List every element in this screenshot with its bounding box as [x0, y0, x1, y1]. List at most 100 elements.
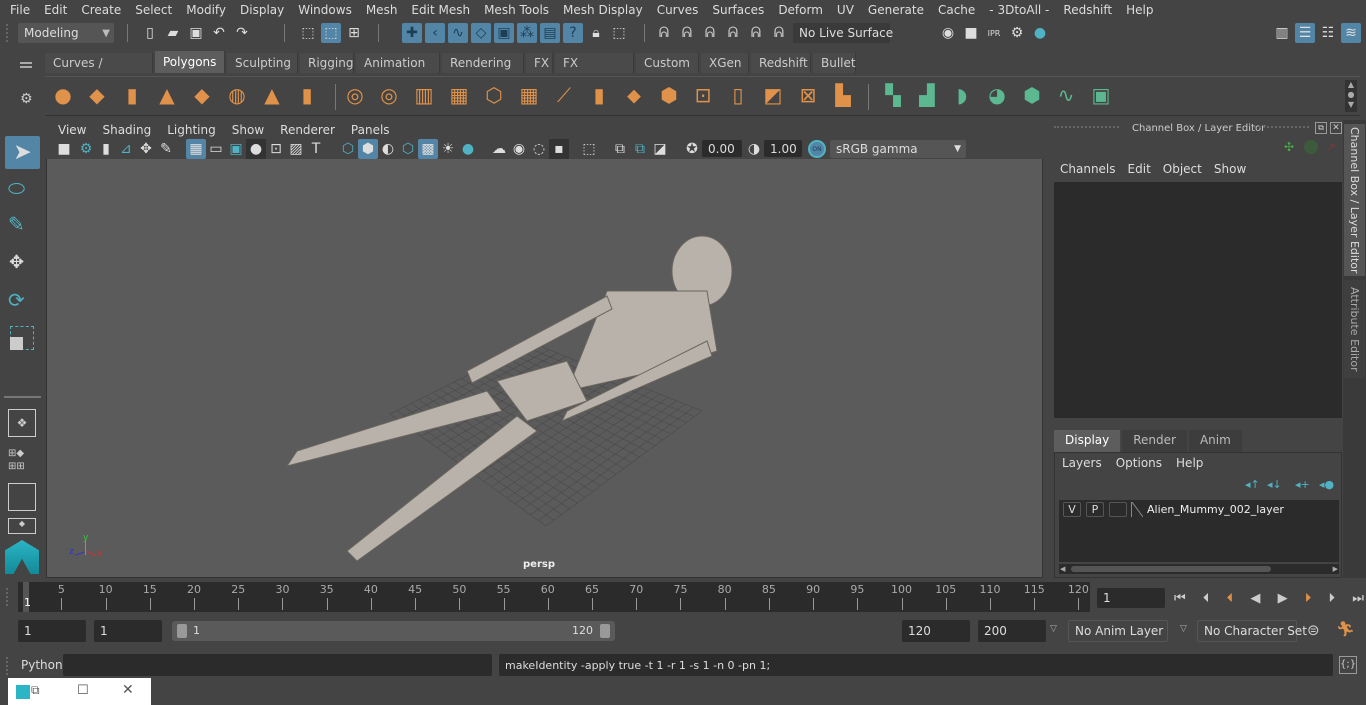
- camera-select-icon[interactable]: ■: [54, 139, 74, 159]
- boolean-icon[interactable]: ▦: [516, 82, 542, 108]
- playback-start-field[interactable]: 1: [94, 620, 162, 642]
- lock-icon[interactable]: 🔒︎: [586, 23, 606, 43]
- layer-color-swatch[interactable]: [1131, 502, 1143, 517]
- layer-name[interactable]: Alien_Mummy_002_layer: [1147, 503, 1284, 516]
- poly-pyramid-icon[interactable]: ▲: [259, 82, 285, 108]
- depth-of-field-icon[interactable]: ▪: [549, 139, 569, 159]
- script-editor-icon[interactable]: {;}: [1339, 656, 1357, 674]
- color-space-select[interactable]: sRGB gamma ▼: [830, 140, 966, 158]
- uv-spherical-icon[interactable]: ◕: [984, 82, 1010, 108]
- layer-display-type-toggle[interactable]: [1109, 502, 1127, 517]
- uv-editor-icon[interactable]: ▣: [1088, 82, 1114, 108]
- current-frame-field[interactable]: 1: [1097, 588, 1165, 608]
- anim-layer-select[interactable]: No Anim Layer: [1068, 620, 1168, 642]
- scale-tool-icon[interactable]: [10, 326, 34, 350]
- shelf-menu-icon[interactable]: [20, 62, 32, 68]
- smooth-shade-icon[interactable]: ⬢: [358, 139, 378, 159]
- time-slider[interactable]: 1 5 10 15 20 25 30 35 40 45 50 55 60 65 70 75 80 85 90 95 1…: [18, 582, 1090, 612]
- mode-select[interactable]: Modeling ▼: [18, 23, 114, 43]
- playback-end-field[interactable]: 120: [902, 620, 970, 642]
- poly-sphere-icon[interactable]: ●: [50, 82, 76, 108]
- go-to-start-icon[interactable]: ⏮: [1174, 591, 1186, 606]
- range-slider[interactable]: 1 120: [172, 621, 615, 641]
- menu-windows[interactable]: Windows: [291, 3, 359, 17]
- snap-curve-icon[interactable]: ‹: [425, 23, 445, 43]
- menu-edit-mesh[interactable]: Edit Mesh: [404, 3, 477, 17]
- render-settings-icon[interactable]: ⚙: [1007, 23, 1027, 43]
- range-start-handle[interactable]: [177, 624, 187, 638]
- layer-horizontal-scrollbar[interactable]: ◀ ▶: [1059, 564, 1339, 574]
- timeline-handle[interactable]: [0, 582, 18, 652]
- character-set-select[interactable]: No Character Set: [1197, 620, 1307, 642]
- bookmark-icon[interactable]: ▮: [96, 139, 116, 159]
- menu-deform[interactable]: Deform: [771, 3, 830, 17]
- layer-menu-layers[interactable]: Layers: [1055, 456, 1109, 470]
- hypershade-icon[interactable]: ●: [1030, 23, 1050, 43]
- gate-mask-icon[interactable]: ●: [246, 139, 266, 159]
- render-frame-icon[interactable]: ◉: [938, 23, 958, 43]
- menu-mesh[interactable]: Mesh: [359, 3, 405, 17]
- menu-mesh-display[interactable]: Mesh Display: [556, 3, 650, 17]
- image-plane-icon[interactable]: ⊿: [116, 139, 136, 159]
- snap-point-icon[interactable]: ∿: [448, 23, 468, 43]
- maximize-icon[interactable]: ☐: [77, 683, 89, 698]
- xray-active-icon[interactable]: ⧉: [630, 139, 650, 159]
- poly-torus-icon[interactable]: ◍: [224, 82, 250, 108]
- modeling-toolkit-icon[interactable]: ▥: [1272, 23, 1292, 43]
- render-view-icon[interactable]: ▤: [540, 23, 560, 43]
- lasso-tool-icon[interactable]: ⬭: [8, 176, 25, 200]
- shelf-settings-gear-icon[interactable]: ⚙: [20, 91, 33, 107]
- step-back-frame-icon[interactable]: ⏴: [1203, 591, 1210, 606]
- four-pane-layout-icon[interactable]: ⊞◆ ⊞⊞: [8, 447, 36, 473]
- outliner-layout-icon[interactable]: ◆: [8, 518, 36, 534]
- wireframe-on-shaded-icon[interactable]: ⬡: [398, 139, 418, 159]
- snap-grid-magnet-icon[interactable]: ᕱ: [654, 23, 674, 43]
- extract-icon[interactable]: ⬡: [481, 82, 507, 108]
- scroll-left-icon[interactable]: ◀: [1060, 565, 1065, 573]
- restore-icon[interactable]: ⧉: [31, 683, 40, 698]
- open-scene-icon[interactable]: ▰: [163, 23, 183, 43]
- side-tab-attribute-editor[interactable]: Attribute Editor: [1344, 280, 1365, 378]
- poly-pipe-icon[interactable]: ▮: [294, 82, 320, 108]
- exposure-icon[interactable]: ✪: [682, 139, 702, 159]
- channel-box-menu-show[interactable]: Show: [1208, 162, 1252, 176]
- close-icon[interactable]: ✕: [122, 682, 134, 698]
- textured-icon[interactable]: ▩: [418, 139, 438, 159]
- snap-view-plane-icon[interactable]: ◇: [471, 23, 491, 43]
- viewport-3d[interactable]: y x z persp: [46, 120, 1043, 578]
- shelf-tab-sculpting[interactable]: Sculpting: [227, 53, 298, 73]
- xray-joints-icon[interactable]: ◪: [650, 139, 670, 159]
- triangulate-icon[interactable]: ▚: [880, 82, 906, 108]
- menu-create[interactable]: Create: [74, 3, 128, 17]
- isolate-select-icon[interactable]: ⬚: [579, 139, 599, 159]
- quad-draw-icon[interactable]: ▙: [830, 82, 856, 108]
- shelf-tab-bullet[interactable]: Bullet: [813, 53, 856, 73]
- shelf-tab-animation[interactable]: Animation: [356, 53, 440, 73]
- drag-handle[interactable]: [1054, 126, 1119, 128]
- menu-modify[interactable]: Modify: [179, 3, 233, 17]
- speed-icon[interactable]: [1304, 140, 1318, 154]
- ipr-render-icon[interactable]: IPR: [984, 23, 1004, 43]
- channel-box-menu-object[interactable]: Object: [1157, 162, 1208, 176]
- separate-icon[interactable]: ◎: [376, 82, 402, 108]
- menu-file[interactable]: File: [3, 3, 37, 17]
- viewport-menu-renderer[interactable]: Renderer: [272, 123, 343, 137]
- target-weld-icon[interactable]: ▮: [586, 82, 612, 108]
- manipulator-axis-icon[interactable]: ✣: [1284, 140, 1294, 154]
- camera-attributes-icon[interactable]: ⚙: [76, 139, 96, 159]
- single-pane-layout-icon[interactable]: ❖: [8, 409, 36, 437]
- menu-help[interactable]: Help: [1119, 3, 1160, 17]
- uv-contour-icon[interactable]: ∿: [1053, 82, 1079, 108]
- poly-plane-icon[interactable]: ◆: [189, 82, 215, 108]
- snap-surface-icon[interactable]: ᕱ: [746, 23, 766, 43]
- scroll-right-icon[interactable]: ▶: [1333, 565, 1338, 573]
- range-end-handle[interactable]: [600, 624, 610, 638]
- step-forward-frame-icon[interactable]: ⏵: [1329, 591, 1336, 606]
- step-back-key-icon[interactable]: ⏴: [1227, 591, 1234, 606]
- shadows-icon[interactable]: ●: [458, 139, 478, 159]
- menu-generate[interactable]: Generate: [861, 3, 931, 17]
- save-scene-icon[interactable]: ▣: [186, 23, 206, 43]
- bridge-icon[interactable]: ⬥: [621, 82, 647, 108]
- chevron-down-icon[interactable]: ▽: [1180, 624, 1187, 634]
- shelf-scroll[interactable]: ▲ ● ▼: [1345, 80, 1357, 112]
